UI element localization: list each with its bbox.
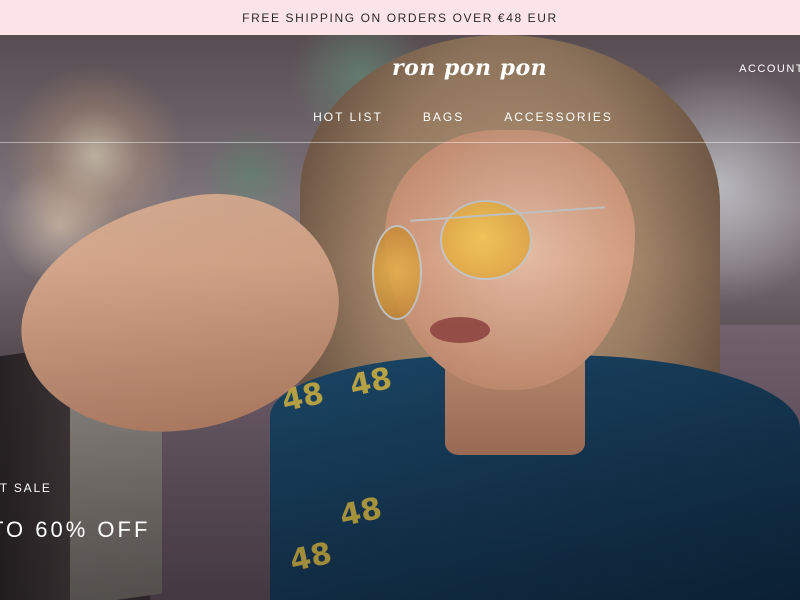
store-logo[interactable]: ron pon pon <box>392 55 547 81</box>
account-link[interactable]: ACCOUNT <box>739 63 800 75</box>
nav-item-accessories[interactable]: ACCESSORIES <box>504 107 613 142</box>
nav-item-hot-list[interactable]: HOT LIST <box>313 107 383 142</box>
promo-title[interactable]: TO 60% OFF <box>0 517 150 543</box>
hero-banner[interactable]: 48 48 48 48 ron pon pon ACCOUNT HOT LIST… <box>0 35 800 600</box>
promo-label: ST SALE <box>0 481 52 495</box>
nav-item-bags[interactable]: BAGS <box>423 107 464 142</box>
announcement-text: FREE SHIPPING ON ORDERS OVER €48 EUR <box>242 10 558 25</box>
announcement-bar: FREE SHIPPING ON ORDERS OVER €48 EUR <box>0 0 800 35</box>
main-nav: HOT LIST BAGS ACCESSORIES <box>0 107 800 143</box>
